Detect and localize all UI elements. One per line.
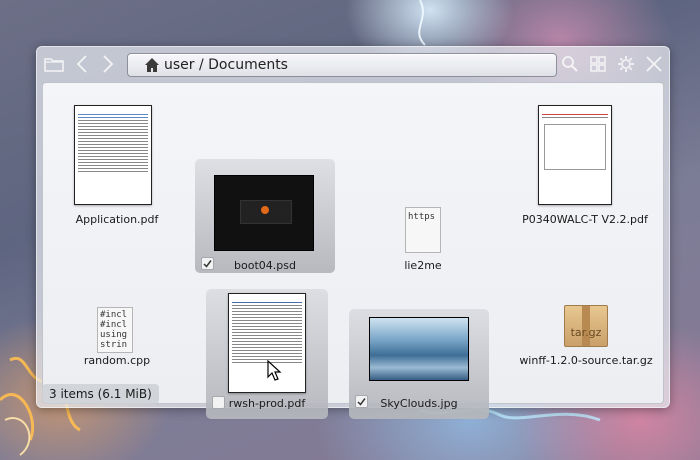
file-name: random.cpp [83,354,151,367]
forward-icon[interactable] [97,53,119,75]
archive-icon: tar.gz [564,305,608,347]
pdf-thumbnail [74,105,152,205]
cursor-icon [267,360,282,381]
settings-icon[interactable] [615,53,637,75]
file-name: boot04.psd [234,259,296,272]
folder-icon[interactable] [43,53,65,75]
file-name: winff-1.2.0-source.tar.gz [519,354,653,367]
title-bar: user / Documents [37,47,669,81]
image-thumbnail [369,317,469,381]
file-item-random-cpp[interactable]: #incl #incl using strin random.cpp [47,271,187,387]
file-name: rwsh-prod.pdf [228,397,306,410]
pdf-thumbnail [538,105,612,205]
file-view[interactable]: Application.pdf boot04.psd https lie2me [42,82,664,419]
breadcrumb-path: user / Documents [164,57,288,73]
file-icon-text: #incl #incl using strin [100,310,128,350]
file-name: lie2me [404,259,442,272]
status-bar: 3 items (6.1 MiB) [42,384,159,404]
archive-icon-text: tar.gz [570,326,602,339]
file-item-rwsh-prod-pdf-inner[interactable]: rwsh-prod.pdf [206,289,328,419]
text-file-icon: #incl #incl using strin [97,307,133,353]
file-manager-window: user / Documents Application.pdf boot04.… [36,46,670,419]
file-item-p0340walc-pdf[interactable]: P0340WALC-T V2.2.pdf [515,87,655,226]
file-name: Application.pdf [75,213,159,226]
back-icon[interactable] [71,53,93,75]
address-bar[interactable]: user / Documents [127,53,557,77]
home-icon[interactable] [144,57,160,73]
grid-view-icon[interactable] [587,53,609,75]
text-file-icon: https [405,207,441,253]
close-icon[interactable] [643,53,665,75]
file-name: P0340WALC-T V2.2.pdf [522,213,648,226]
file-item-skyclouds-jpg-inner[interactable]: SkyClouds.jpg [349,309,489,419]
file-icon-text: https [408,212,436,222]
search-icon[interactable] [559,53,581,75]
file-item-lie2me[interactable]: https lie2me [353,159,493,275]
file-item-boot04-psd-inner[interactable]: boot04.psd [195,159,335,275]
file-item-application-pdf[interactable]: Application.pdf [47,87,187,226]
file-item-winff-tar-gz[interactable]: tar.gz winff-1.2.0-source.tar.gz [511,293,661,409]
image-thumbnail [214,175,314,251]
file-name: SkyClouds.jpg [380,397,458,410]
